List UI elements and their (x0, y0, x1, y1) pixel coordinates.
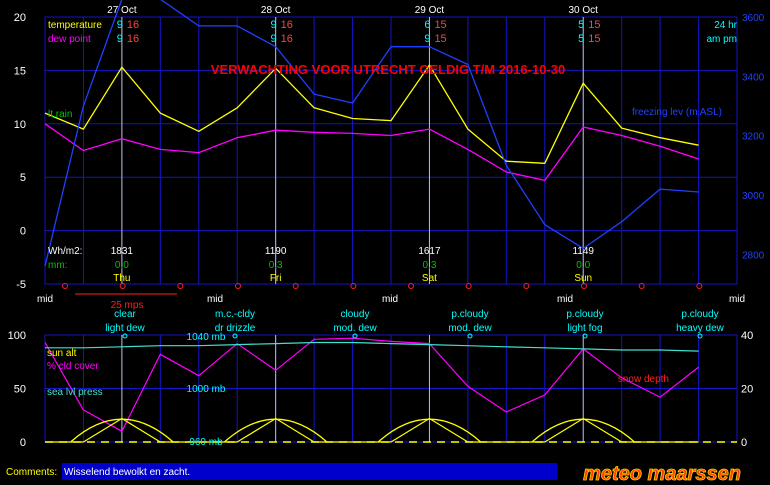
dew-value-24: 5 (578, 33, 584, 45)
condition-precip: mod. dew (448, 323, 492, 334)
y-left-tick: 15 (14, 65, 26, 77)
legend-snow-depth: snow depth (618, 374, 669, 385)
dew-value-am: 15 (588, 33, 600, 45)
radiation-value: 1149 (572, 246, 594, 257)
condition-sky: p.cloudy (681, 309, 718, 320)
day-label: 28 Oct (261, 5, 291, 16)
legend-sun-alt: sun alt (47, 348, 77, 359)
y-right-tick-bottom: 40 (741, 330, 753, 342)
comments-text: Wisselend bewolkt en zacht. (64, 467, 190, 478)
mid-label: mid (207, 294, 223, 305)
temp-value-am: 16 (127, 19, 139, 31)
weekday-label: Thu (113, 273, 130, 284)
y-left-tick-bottom: 0 (20, 437, 26, 449)
y-right-tick: 3200 (742, 132, 765, 143)
y-right-tick: 3600 (742, 13, 765, 24)
y-right-tick: 3400 (742, 72, 765, 83)
pressure-label-960: 960 mb (189, 437, 223, 448)
temp-value-am: 15 (434, 19, 446, 31)
legend-rain: lt.rain (48, 109, 72, 120)
y-right-tick: 3000 (742, 191, 765, 202)
mm-label: mm: (48, 260, 67, 271)
temp-value-24: 5 (578, 19, 584, 31)
weekday-label: Sun (574, 273, 592, 284)
condition-sky: p.cloudy (566, 309, 603, 320)
mid-label: mid (729, 294, 745, 305)
radiation-value: 1831 (111, 246, 134, 257)
condition-sky: cloudy (341, 309, 370, 320)
dew-value-am: 16 (127, 33, 139, 45)
day-label: 27 Oct (107, 5, 137, 16)
condition-sky: p.cloudy (451, 309, 488, 320)
top-panel-grid (44, 16, 738, 285)
dew-value-24: 9 (117, 33, 123, 45)
comments-label: Comments: (6, 467, 57, 478)
temp-value-24: 9 (271, 19, 277, 31)
y-left-tick-bottom: 100 (8, 330, 26, 342)
temp-value-24: 9 (117, 19, 123, 31)
pressure-label-1040: 1040 mb (187, 332, 226, 343)
day-label: 29 Oct (415, 5, 445, 16)
y-left-tick: 5 (20, 172, 26, 184)
series-dew-point (44, 123, 699, 182)
weekday-label: Sat (422, 273, 437, 284)
series--cld-cover (44, 337, 699, 432)
pressure-label-1000: 1000 mb (187, 384, 226, 395)
mid-label: mid (382, 294, 398, 305)
y-right-tick-bottom: 0 (741, 437, 747, 449)
dew-value-am: 15 (434, 33, 446, 45)
y-right-tick: 2800 (742, 250, 765, 261)
y-left-tick: 10 (14, 119, 26, 131)
mid-label: mid (37, 294, 53, 305)
legend-temperature: temperature (48, 20, 102, 31)
precip-value: 0,0 (576, 260, 590, 271)
condition-precip: heavy dew (676, 323, 725, 334)
legend-cloud-cover: % cld cover (47, 361, 99, 372)
wh-label: Wh/m2: (48, 246, 82, 257)
precip-value: 0,0 (115, 260, 129, 271)
brand-logo: meteo maarssen (583, 463, 741, 485)
y-left-tick-bottom: 50 (14, 384, 26, 396)
wind-scale-label: 25 mps (111, 300, 144, 311)
precip-value: 0,3 (422, 260, 436, 271)
chart-title: VERWACHTING VOOR UTRECHT GELDIG T/M 2016… (211, 62, 565, 77)
condition-precip: mod. dew (333, 323, 377, 334)
dew-value-24: 9 (424, 33, 430, 45)
temp-value-am: 16 (281, 19, 293, 31)
legend-freezing-level: freezing lev (m ASL) (632, 107, 722, 118)
radiation-value: 1617 (418, 246, 441, 257)
y-left-tick: 20 (14, 12, 26, 24)
radiation-value: 1190 (265, 246, 287, 257)
condition-sky: m.c.-cldy (215, 309, 255, 320)
day-label: 30 Oct (568, 5, 598, 16)
series-sea-lvl-press (45, 341, 699, 352)
y-left-tick: 0 (20, 226, 26, 238)
y-left-tick: -5 (16, 279, 26, 291)
dew-value-24: 9 (271, 33, 277, 45)
legend-sea-level-pressure: sea lvl press (47, 387, 103, 398)
dew-value-am: 16 (281, 33, 293, 45)
precip-value: 0,3 (269, 260, 283, 271)
legend-ampm: am pm (706, 34, 737, 45)
legend-24hr: 24 hr (714, 20, 737, 31)
series-freezing-lev-m-asl- (44, 0, 699, 267)
temp-value-24: 6 (424, 19, 430, 31)
temp-value-am: 15 (588, 19, 600, 31)
chart-markers (62, 283, 703, 339)
weekday-label: Fri (270, 273, 282, 284)
series-temperature (44, 64, 699, 164)
meteogram: 20151050-536003400320030002800100 4050 200… (6, 0, 765, 485)
condition-precip: light fog (567, 323, 602, 334)
y-right-tick-bottom: 20 (741, 384, 753, 396)
mid-label: mid (557, 294, 573, 305)
legend-dew-point: dew point (48, 34, 91, 45)
condition-precip: light dew (105, 323, 145, 334)
